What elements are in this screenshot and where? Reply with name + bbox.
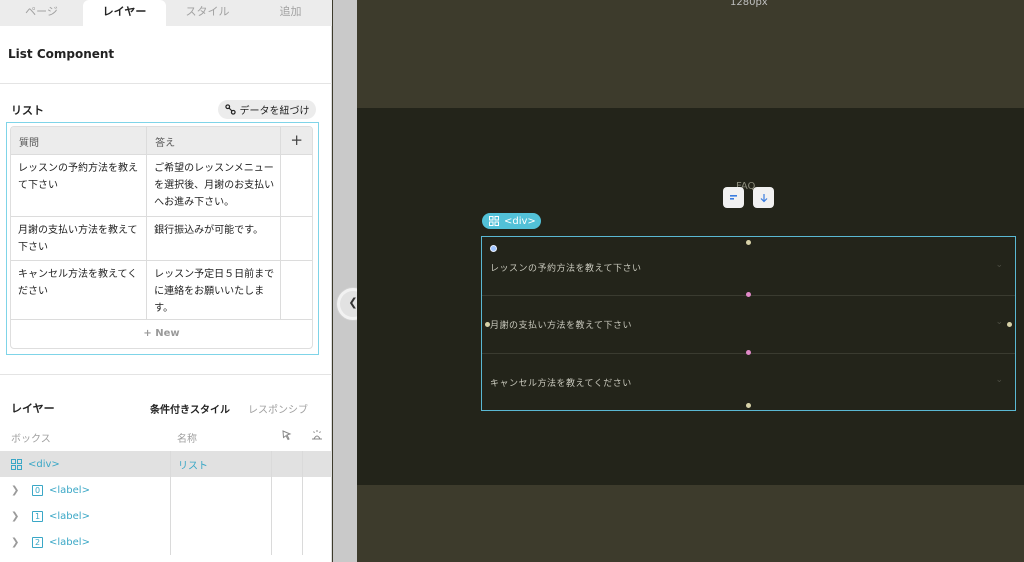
align-left-icon	[729, 194, 737, 200]
responsive-tab[interactable]: レスポンシブ	[248, 401, 308, 416]
table-row[interactable]: 月謝の支払い方法を教えて下さい 銀行振込みが可能です。	[11, 217, 312, 261]
resize-handle-top[interactable]	[746, 240, 751, 245]
layer-row-label[interactable]: ❯ 1 <label>	[0, 503, 332, 529]
empty-cell	[281, 217, 312, 260]
layer-row-div[interactable]: <div> リスト	[0, 451, 332, 477]
panel-tabs: ページ レイヤー スタイル 追加	[0, 0, 332, 26]
cell-divider	[302, 477, 303, 503]
arrow-down-icon	[760, 193, 767, 202]
layer-tag: <label>	[49, 536, 90, 548]
gap-handle[interactable]	[746, 350, 751, 355]
data-table: 質問 答え + レッスンの予約方法を教えて下さい ご希望のレッスンメニューを選択…	[10, 126, 313, 349]
chevron-down-icon[interactable]: ⌄	[995, 375, 1003, 385]
table-row[interactable]: レッスンの予約方法を教えて下さい ご希望のレッスンメニューを選択後、月謝のお支払…	[11, 155, 312, 217]
cell-divider	[302, 451, 303, 477]
resize-handle-bottom[interactable]	[746, 403, 751, 408]
answer-cell[interactable]: レッスン予定日５日前までに連絡をお願いいたします。	[147, 261, 282, 319]
cell-divider	[170, 529, 171, 555]
chevron-right-icon[interactable]: ❯	[11, 511, 19, 522]
resize-handle-right[interactable]	[1007, 322, 1012, 327]
layers-title: レイヤー	[11, 402, 55, 415]
align-button[interactable]	[723, 187, 744, 208]
divider	[0, 83, 332, 84]
layer-name: リスト	[178, 460, 208, 472]
visibility-icon[interactable]	[311, 429, 323, 441]
gap-handle[interactable]	[746, 292, 751, 297]
selected-element-badge[interactable]: <div>	[482, 213, 541, 229]
index-badge: 2	[32, 536, 43, 548]
cell-divider	[271, 477, 272, 503]
table-row[interactable]: キャンセル方法を教えてください レッスン予定日５日前までに連絡をお願いいたします…	[11, 261, 312, 320]
cell-divider	[271, 529, 272, 555]
resize-handle-left[interactable]	[485, 322, 490, 327]
empty-cell	[281, 261, 312, 319]
faq-question: キャンセル方法を教えてください	[490, 379, 632, 389]
bind-data-button[interactable]: データを紐づけ	[218, 100, 316, 119]
layer-row-label[interactable]: ❯ 0 <label>	[0, 477, 332, 503]
cell-divider	[170, 477, 171, 503]
left-panel: ページ レイヤー スタイル 追加 List Component リスト データを…	[0, 0, 332, 562]
tab-pages[interactable]: ページ	[0, 0, 83, 26]
divider	[0, 374, 332, 375]
faq-item[interactable]: レッスンの予約方法を教えて下さい ⌄	[482, 238, 1015, 296]
layer-tag: <label>	[49, 484, 90, 496]
empty-cell	[281, 155, 312, 216]
chevron-down-icon[interactable]: ⌄	[995, 317, 1003, 327]
header-question: 質問	[11, 127, 148, 154]
question-cell[interactable]: キャンセル方法を教えてください	[11, 261, 148, 319]
table-header: 質問 答え +	[11, 127, 312, 155]
chevron-right-icon[interactable]: ❯	[11, 485, 19, 496]
chevron-right-icon[interactable]: ❯	[11, 537, 19, 548]
canvas-area-bottom	[357, 485, 1024, 562]
question-cell[interactable]: レッスンの予約方法を教えて下さい	[11, 155, 148, 216]
index-badge: 0	[32, 484, 43, 496]
cell-divider	[302, 529, 303, 555]
grid-icon	[489, 216, 499, 226]
component-title: List Component	[8, 47, 115, 61]
column-name-header: 名称	[177, 434, 197, 445]
faq-question: レッスンの予約方法を教えて下さい	[490, 264, 642, 274]
answer-cell[interactable]: ご希望のレッスンメニューを選択後、月謝のお支払いへお進み下さい。	[147, 155, 282, 216]
layer-tag: <div>	[28, 458, 60, 470]
bind-data-label: データを紐づけ	[239, 106, 310, 117]
tab-layers[interactable]: レイヤー	[83, 0, 166, 26]
answer-cell[interactable]: 銀行振込みが可能です。	[147, 217, 282, 260]
pointer-icon[interactable]	[281, 429, 293, 441]
panel-resize-strip[interactable]	[333, 0, 357, 562]
cell-divider	[271, 451, 272, 477]
faq-item[interactable]: 月謝の支払い方法を教えて下さい ⌄	[482, 296, 1015, 354]
link-icon	[224, 104, 236, 115]
add-column-button[interactable]: +	[281, 127, 312, 154]
tab-styles[interactable]: スタイル	[166, 0, 249, 26]
tab-add[interactable]: 追加	[249, 0, 332, 26]
question-cell[interactable]: 月謝の支払い方法を教えて下さい	[11, 217, 148, 260]
selected-element-tag: <div>	[504, 215, 536, 227]
layer-row-label[interactable]: ❯ 2 <label>	[0, 529, 332, 555]
layer-tag: <label>	[49, 510, 90, 522]
cell-divider	[170, 451, 171, 477]
chevron-down-icon[interactable]: ⌄	[995, 260, 1003, 270]
cell-divider	[302, 503, 303, 529]
header-answer: 答え	[147, 127, 282, 154]
canvas-width-label: 1280px	[730, 0, 768, 8]
move-down-button[interactable]	[753, 187, 774, 208]
origin-handle[interactable]	[490, 245, 497, 252]
index-badge: 1	[32, 510, 43, 522]
cell-divider	[170, 503, 171, 529]
column-box-header: ボックス	[11, 434, 51, 445]
faq-question: 月謝の支払い方法を教えて下さい	[490, 321, 633, 331]
canvas-area-top	[357, 0, 1024, 108]
grid-icon	[11, 458, 22, 470]
conditional-style-tab[interactable]: 条件付きスタイル	[150, 401, 230, 416]
cell-divider	[271, 503, 272, 529]
list-section-label: リスト	[11, 104, 44, 117]
new-row-button[interactable]: + New	[11, 320, 312, 348]
